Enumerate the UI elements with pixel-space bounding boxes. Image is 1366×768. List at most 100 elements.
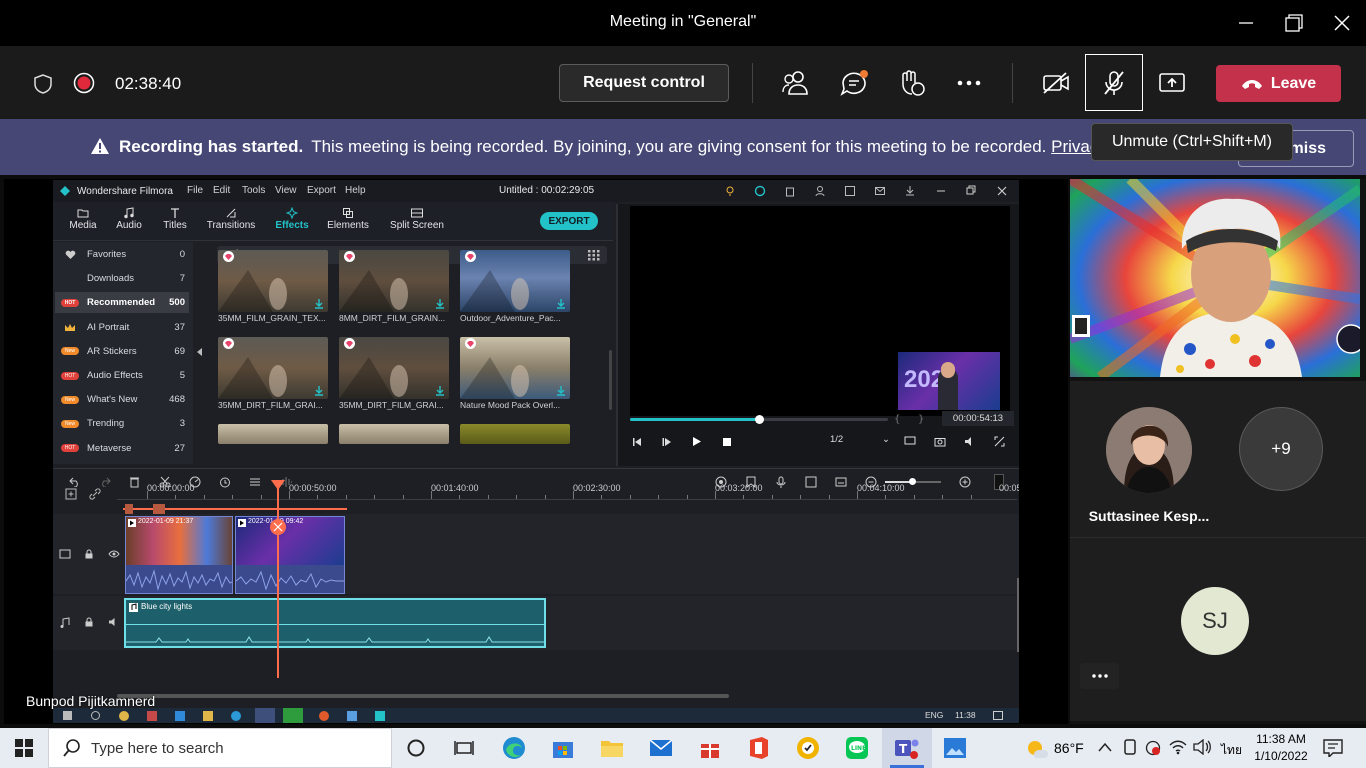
menu-tools[interactable]: Tools bbox=[242, 185, 265, 196]
tab-audio[interactable]: Audio bbox=[111, 206, 147, 231]
file-explorer-icon[interactable] bbox=[598, 734, 626, 762]
menu-help[interactable]: Help bbox=[345, 185, 366, 196]
effect-thumbnail[interactable] bbox=[460, 424, 570, 444]
preview-scrubber[interactable] bbox=[630, 415, 888, 424]
action-center-icon[interactable] bbox=[1323, 739, 1343, 757]
effect-thumbnail[interactable] bbox=[460, 250, 570, 312]
export-button[interactable]: EXPORT bbox=[540, 212, 598, 230]
teams-icon[interactable] bbox=[255, 708, 275, 723]
edge-icon[interactable] bbox=[231, 711, 241, 721]
menu-edit[interactable]: Edit bbox=[213, 185, 230, 196]
tab-split-screen[interactable]: Split Screen bbox=[387, 206, 447, 231]
tab-transitions[interactable]: Transitions bbox=[203, 206, 259, 231]
app-icon[interactable] bbox=[147, 711, 157, 721]
tab-media[interactable]: Media bbox=[65, 206, 101, 231]
taskbar-search-box[interactable]: Type here to search bbox=[48, 728, 392, 768]
effect-thumbnail[interactable] bbox=[218, 250, 328, 312]
preview-quality-select[interactable]: 1/2 ⌄ bbox=[830, 434, 890, 449]
norton-icon[interactable] bbox=[794, 734, 822, 762]
line-app-icon[interactable]: LINE bbox=[843, 734, 871, 762]
scrubber-handle[interactable] bbox=[755, 415, 764, 424]
sidebar-item-what-s-new[interactable]: New What's New 468 bbox=[55, 389, 189, 410]
gift-app-icon[interactable] bbox=[696, 734, 724, 762]
filmora-icon[interactable] bbox=[375, 711, 385, 721]
download-icon[interactable] bbox=[556, 386, 566, 396]
share-screen-icon[interactable] bbox=[1156, 68, 1188, 98]
tab-titles[interactable]: Titles bbox=[157, 206, 193, 231]
notification-icon[interactable] bbox=[993, 711, 1003, 720]
minimize-button[interactable] bbox=[1231, 10, 1261, 36]
participants-icon[interactable] bbox=[780, 68, 812, 98]
sidebar-item-recommended[interactable]: HOT Recommended 500 bbox=[55, 292, 189, 314]
app-icon[interactable] bbox=[119, 711, 129, 721]
sidebar-item-metaverse[interactable]: HOT Metaverse 27 bbox=[55, 438, 189, 459]
teams-taskbar-button[interactable]: T bbox=[882, 728, 932, 768]
collapse-arrow-icon[interactable] bbox=[197, 348, 203, 356]
effect-thumbnail[interactable] bbox=[339, 337, 449, 399]
edge-icon[interactable] bbox=[500, 734, 528, 762]
mail-icon[interactable] bbox=[647, 734, 675, 762]
input-language[interactable]: ไทย bbox=[1221, 741, 1242, 760]
app-icon[interactable] bbox=[319, 711, 329, 721]
effect-thumbnail[interactable] bbox=[460, 337, 570, 399]
leave-button[interactable]: Leave bbox=[1216, 65, 1341, 102]
shield-icon[interactable] bbox=[33, 74, 53, 94]
maximize-button[interactable] bbox=[1279, 10, 1309, 36]
effect-thumbnail[interactable] bbox=[218, 424, 328, 444]
sidebar-item-ai-portrait[interactable]: AI Portrait 37 bbox=[55, 317, 189, 338]
sidebar-item-trending[interactable]: New Trending 3 bbox=[55, 413, 189, 434]
download-icon[interactable] bbox=[556, 299, 566, 309]
tab-elements[interactable]: Elements bbox=[325, 206, 371, 231]
show-hidden-icons-icon[interactable] bbox=[1098, 742, 1112, 752]
volume-icon[interactable] bbox=[1193, 739, 1211, 755]
request-control-button[interactable]: Request control bbox=[559, 64, 729, 102]
app-icon[interactable] bbox=[175, 711, 185, 721]
chat-icon[interactable] bbox=[838, 68, 870, 98]
mic-muted-button[interactable] bbox=[1085, 54, 1143, 111]
menu-export[interactable]: Export bbox=[307, 185, 336, 196]
file-explorer-icon[interactable] bbox=[203, 711, 213, 721]
sidebar-item-audio-effects[interactable]: HOT Audio Effects 5 bbox=[55, 365, 189, 386]
timeline-hscroll[interactable] bbox=[117, 694, 729, 698]
app-icon[interactable] bbox=[347, 711, 357, 721]
playhead[interactable] bbox=[270, 480, 286, 678]
video-clip-1[interactable]: 2022-01-09 21:37 bbox=[125, 516, 233, 594]
cortana-icon[interactable] bbox=[402, 734, 430, 762]
tab-effects[interactable]: Effects bbox=[269, 206, 315, 231]
sidebar-item-favorites[interactable]: Favorites 0 bbox=[55, 244, 189, 265]
weather-icon[interactable] bbox=[1025, 738, 1049, 758]
network-device-icon[interactable] bbox=[1122, 739, 1138, 757]
more-options-icon[interactable] bbox=[953, 68, 985, 98]
taskbar-clock[interactable]: 11:38 AM 1/10/2022 bbox=[1250, 731, 1312, 765]
more-options-button[interactable] bbox=[1080, 663, 1119, 689]
windows-start-icon[interactable] bbox=[63, 711, 72, 720]
effect-thumbnail[interactable] bbox=[218, 337, 328, 399]
photos-icon[interactable] bbox=[941, 734, 969, 762]
office-icon[interactable] bbox=[745, 734, 773, 762]
download-icon[interactable] bbox=[435, 299, 445, 309]
search-icon[interactable] bbox=[91, 711, 100, 720]
download-icon[interactable] bbox=[435, 386, 445, 396]
video-clip-2[interactable]: 2022-01-09 09:42 bbox=[235, 516, 345, 594]
effect-thumbnail[interactable] bbox=[339, 424, 449, 444]
sidebar-item-downloads[interactable]: Downloads 7 bbox=[55, 268, 189, 289]
wifi-icon[interactable] bbox=[1169, 739, 1187, 755]
close-window-button[interactable] bbox=[1327, 10, 1357, 36]
timeline-vscroll[interactable] bbox=[1017, 578, 1019, 652]
line-app-icon[interactable] bbox=[283, 708, 303, 723]
more-participants-button[interactable]: +9 bbox=[1239, 407, 1323, 491]
menu-view[interactable]: View bbox=[275, 185, 297, 196]
teams-tray-icon[interactable] bbox=[1145, 740, 1161, 756]
download-icon[interactable] bbox=[314, 299, 324, 309]
reactions-icon[interactable] bbox=[895, 68, 927, 98]
effect-thumbnail[interactable] bbox=[339, 250, 449, 312]
download-icon[interactable] bbox=[314, 386, 324, 396]
task-view-icon[interactable] bbox=[450, 734, 478, 762]
audio-clip[interactable]: Blue city lights bbox=[124, 598, 546, 648]
sidebar-item-ar-stickers[interactable]: New AR Stickers 69 bbox=[55, 341, 189, 362]
microsoft-store-icon[interactable] bbox=[549, 734, 577, 762]
camera-off-icon[interactable] bbox=[1040, 68, 1072, 98]
effects-scrollbar[interactable] bbox=[609, 350, 612, 410]
menu-file[interactable]: File bbox=[187, 185, 203, 196]
windows-start-button[interactable] bbox=[10, 734, 38, 762]
